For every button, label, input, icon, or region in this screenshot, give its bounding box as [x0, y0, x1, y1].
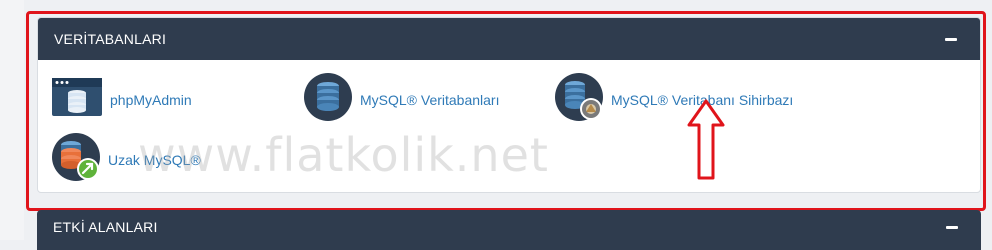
left-gutter — [0, 0, 24, 240]
minus-icon — [946, 225, 958, 229]
domains-panel-header[interactable]: ETKİ ALANLARI — [37, 210, 981, 250]
highlight-frame — [26, 11, 986, 211]
up-arrow-annotation — [687, 99, 725, 180]
domains-collapse-button[interactable] — [943, 218, 961, 236]
domains-panel-title: ETKİ ALANLARI — [53, 219, 158, 235]
